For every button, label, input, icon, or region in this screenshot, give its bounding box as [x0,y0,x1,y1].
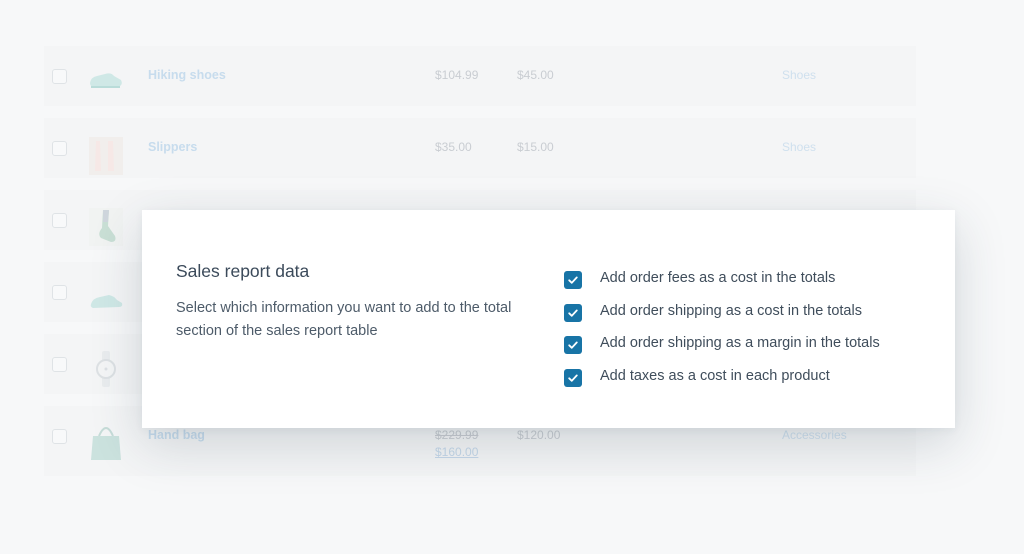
option-label[interactable]: Add order shipping as a margin in the to… [600,335,880,351]
product-cost: $15.00 [517,140,554,154]
option-label[interactable]: Add taxes as a cost in each product [600,368,830,384]
product-thumbnail-icon [87,280,125,318]
sales-report-settings-card: Sales report data Select which informati… [142,210,955,428]
table-row[interactable]: Hiking shoes $104.99 $45.00 Shoes [44,46,916,106]
option-label[interactable]: Add order shipping as a cost in the tota… [600,303,862,319]
row-checkbox[interactable] [52,357,67,372]
row-checkbox[interactable] [52,429,67,444]
sale-price: $160.00 [435,445,479,459]
dialog-title: Sales report data [176,261,310,281]
row-checkbox[interactable] [52,69,67,84]
row-checkbox[interactable] [52,285,67,300]
checkmark-icon [568,341,578,349]
product-thumbnail-icon [87,350,125,388]
product-thumbnail-icon [87,57,125,95]
product-price: $35.00 [435,140,472,154]
checkmark-icon [568,309,578,317]
product-thumbnail-icon [87,422,125,460]
product-category[interactable]: Accessories [782,428,847,442]
option-label[interactable]: Add order fees as a cost in the totals [600,270,835,286]
product-category[interactable]: Shoes [782,140,816,154]
product-thumbnail-icon [87,208,125,246]
product-price: $104.99 [435,68,479,82]
product-category[interactable]: Shoes [782,68,816,82]
checkmark-icon [568,276,578,284]
product-name[interactable]: Slippers [148,140,197,154]
product-cost: $45.00 [517,68,554,82]
table-row[interactable]: Slippers $35.00 $15.00 Shoes [44,118,916,178]
product-thumbnail-icon [87,137,125,175]
dialog-description: Select which information you want to add… [176,300,512,339]
row-checkbox[interactable] [52,141,67,156]
regular-price: $229.99 [435,428,479,442]
checkbox-checked[interactable] [564,303,582,322]
product-cost: $120.00 [517,428,561,442]
checkbox-checked[interactable] [564,368,582,387]
product-name[interactable]: Hiking shoes [148,68,226,82]
product-name[interactable]: Hand bag [148,428,205,442]
checkmark-icon [568,374,578,382]
checkbox-checked[interactable] [564,336,582,354]
row-checkbox[interactable] [52,213,67,228]
product-price: $229.99 $160.00 [435,428,478,459]
checkbox-checked[interactable] [564,271,582,289]
